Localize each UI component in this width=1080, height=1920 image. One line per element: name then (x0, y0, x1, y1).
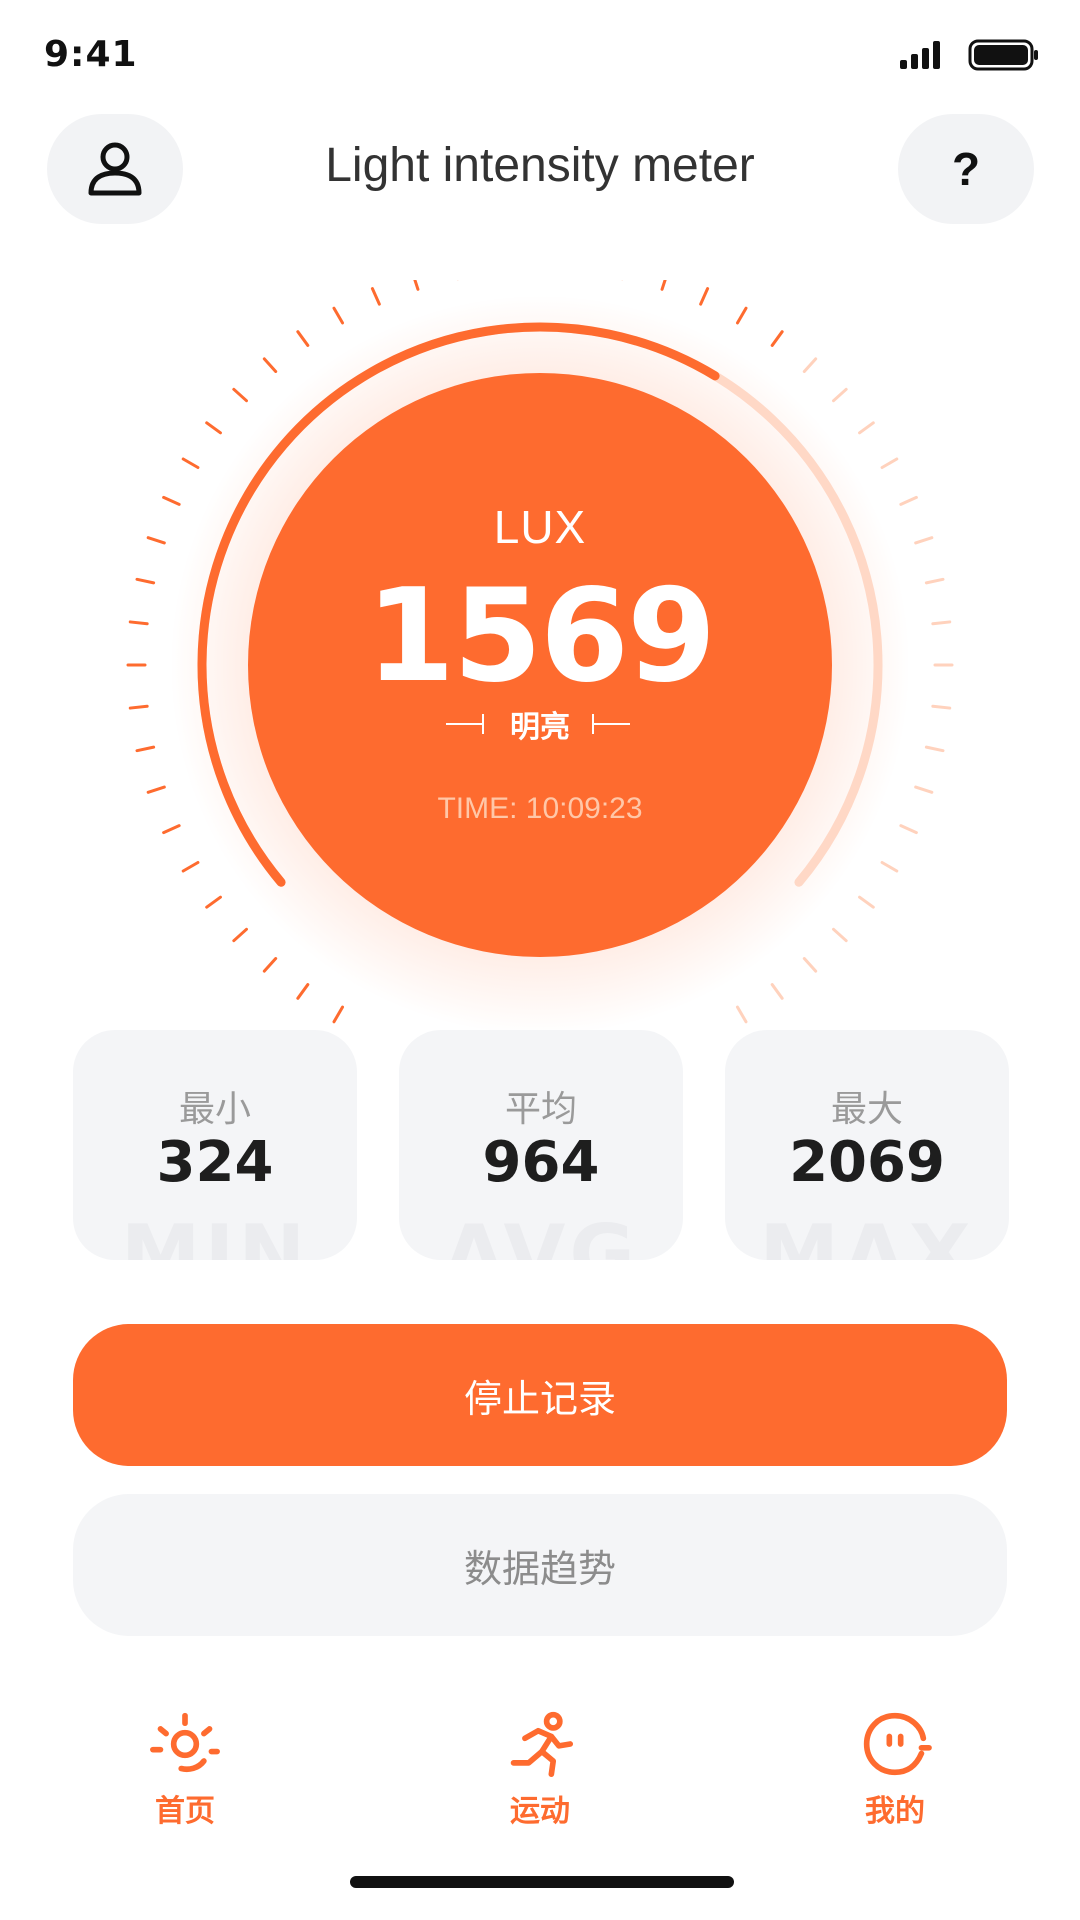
gauge-tick (914, 536, 934, 545)
help-button[interactable]: ? (898, 114, 1034, 224)
gauge-tick (262, 357, 278, 373)
user-icon (88, 142, 142, 196)
gauge-tick (931, 704, 952, 710)
gauge-tick (332, 1005, 344, 1024)
bracket-right-icon (592, 714, 634, 734)
gauge-tick (858, 421, 875, 435)
gauge-tick (128, 620, 149, 626)
gauge-tick (413, 280, 420, 291)
running-icon (510, 1711, 574, 1778)
sun-icon (150, 1712, 220, 1773)
smile-face-icon (863, 1712, 932, 1776)
tab-label: 我的 (865, 1794, 925, 1829)
gauge-value: 1569 (365, 562, 716, 711)
gauge-tick (370, 287, 381, 306)
tab-home[interactable]: 首页 (105, 1710, 265, 1830)
stat-value: 2069 (789, 1130, 945, 1195)
gauge-tick (205, 421, 222, 435)
gauge-unit: LUX (493, 501, 587, 553)
tab-label: 运动 (510, 1794, 570, 1829)
gauge-tick (296, 983, 310, 1000)
stat-label: 平均 (504, 1089, 577, 1130)
gauge-tick (802, 357, 818, 373)
bracket-left-icon (446, 714, 488, 734)
gauge-tick (262, 957, 278, 973)
signal-icon (900, 41, 940, 69)
stop-recording-button[interactable]: 停止记录 (73, 1324, 1007, 1466)
stat-watermark: AVG (442, 1208, 640, 1260)
status-time: 9:41 (44, 34, 138, 75)
gauge-tick (832, 387, 848, 403)
stat-label: 最大 (830, 1089, 903, 1130)
gauge-tick (880, 457, 899, 469)
stat-label: 最小 (178, 1089, 251, 1130)
screen: 9:41 Light intensity meter ? LUX 1569 明亮… (0, 0, 1080, 1920)
stat-value: 964 (482, 1130, 600, 1195)
gauge-time: TIME: 10:09:23 (437, 792, 643, 825)
gauge-tick (736, 306, 748, 325)
tab-label: 首页 (155, 1794, 215, 1829)
gauge-tick (181, 457, 200, 469)
gauge-tick (924, 577, 945, 585)
stat-value: 324 (156, 1130, 274, 1195)
gauge-tick (332, 306, 344, 325)
help-icon: ? (951, 143, 981, 195)
tab-mine[interactable]: 我的 (815, 1710, 975, 1830)
gauge-tick (880, 861, 899, 873)
gauge-tick (858, 895, 875, 909)
home-indicator (350, 1876, 734, 1888)
gauge-tick (931, 620, 952, 626)
gauge-tick (232, 387, 248, 403)
profile-button[interactable] (47, 114, 183, 224)
light-gauge: LUX 1569 明亮 TIME: 10:09:23 (0, 280, 1080, 1040)
stat-card-avg: AVG 平均 964 (399, 1030, 683, 1260)
gauge-tick (232, 927, 248, 943)
gauge-tick (146, 536, 166, 545)
gauge-status-text: 明亮 (510, 710, 570, 745)
gauge-tick (699, 287, 710, 306)
gauge-tick (135, 745, 156, 753)
gauge-tick (162, 824, 181, 835)
stat-watermark: MIN (120, 1208, 310, 1260)
gauge-tick (832, 927, 848, 943)
stat-card-max: MAX 最大 2069 (725, 1030, 1009, 1260)
data-trend-button[interactable]: 数据趋势 (73, 1494, 1007, 1636)
gauge-tick (660, 280, 667, 291)
gauge-tick (914, 785, 934, 794)
gauge-tick (135, 577, 156, 585)
gauge-status: 明亮 (340, 702, 740, 746)
tab-sport[interactable]: 运动 (460, 1710, 620, 1830)
gauge-tick (736, 1005, 748, 1024)
battery-icon (968, 39, 1038, 71)
gauge-tick (205, 895, 222, 909)
gauge-tick (924, 745, 945, 753)
gauge-tick (770, 330, 784, 347)
gauge-tick (802, 957, 818, 973)
page-title: Light intensity meter (325, 139, 755, 192)
gauge-tick (296, 330, 310, 347)
gauge-tick (128, 704, 149, 710)
stat-card-min: MIN 最小 324 (73, 1030, 357, 1260)
gauge-tick (162, 495, 181, 506)
gauge-tick (899, 495, 918, 506)
gauge-tick (146, 785, 166, 794)
gauge-tick (899, 824, 918, 835)
stat-watermark: MAX (759, 1208, 975, 1260)
gauge-tick (770, 983, 784, 1000)
status-icons (900, 39, 1038, 71)
gauge-tick (181, 861, 200, 873)
